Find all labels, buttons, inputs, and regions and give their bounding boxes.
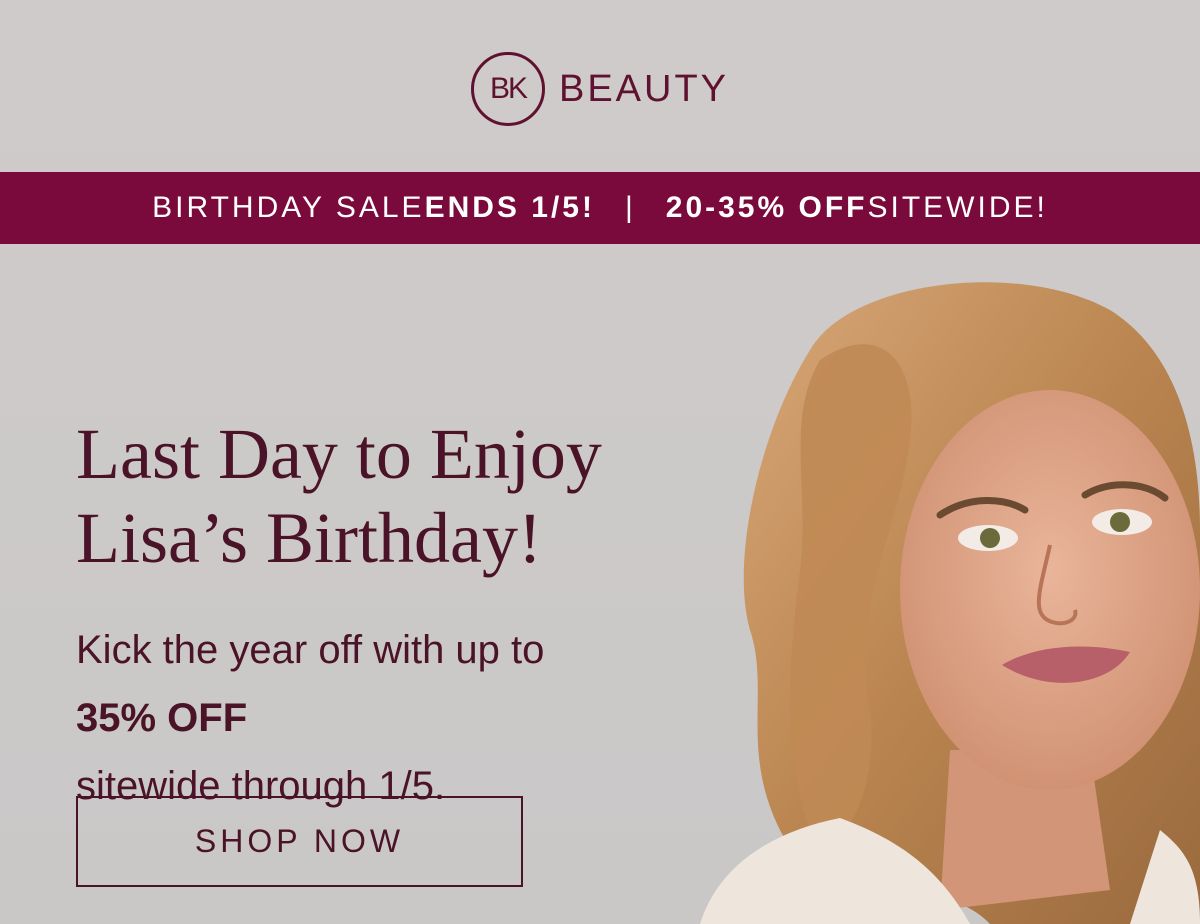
banner-sitewide-text: SITEWIDE! — [867, 191, 1048, 224]
banner-ends-date: ENDS 1/5! — [424, 191, 595, 224]
right-iris — [1110, 512, 1130, 532]
subcopy-discount: 35% OFF — [76, 696, 248, 740]
banner-discount: 20-35% OFF — [665, 191, 868, 224]
subcopy-line-1: Kick the year off with up to — [76, 628, 545, 672]
portrait-photo — [700, 282, 1200, 924]
left-iris — [980, 528, 1000, 548]
banner-sale-text: BIRTHDAY SALE — [152, 191, 425, 224]
brand-name: BEAUTY — [558, 67, 730, 110]
face-shape — [900, 390, 1200, 790]
bk-logo-icon: BK — [470, 52, 545, 126]
hero-headline: Last Day to Enjoy Lisa’s Birthday! — [76, 412, 776, 580]
hero-subcopy: Kick the year off with up to 35% OFF sit… — [76, 616, 796, 820]
brand-logo[interactable]: BK BEAUTY — [470, 52, 730, 126]
header: BK BEAUTY — [0, 0, 1200, 172]
headline-line-2: Lisa’s Birthday! — [76, 498, 542, 578]
shop-now-button[interactable]: SHOP NOW — [76, 796, 523, 887]
banner-separator: | — [624, 191, 636, 224]
headline-line-1: Last Day to Enjoy — [76, 414, 602, 494]
promo-banner: BIRTHDAY SALE ENDS 1/5! | 20-35% OFF SIT… — [0, 172, 1200, 244]
